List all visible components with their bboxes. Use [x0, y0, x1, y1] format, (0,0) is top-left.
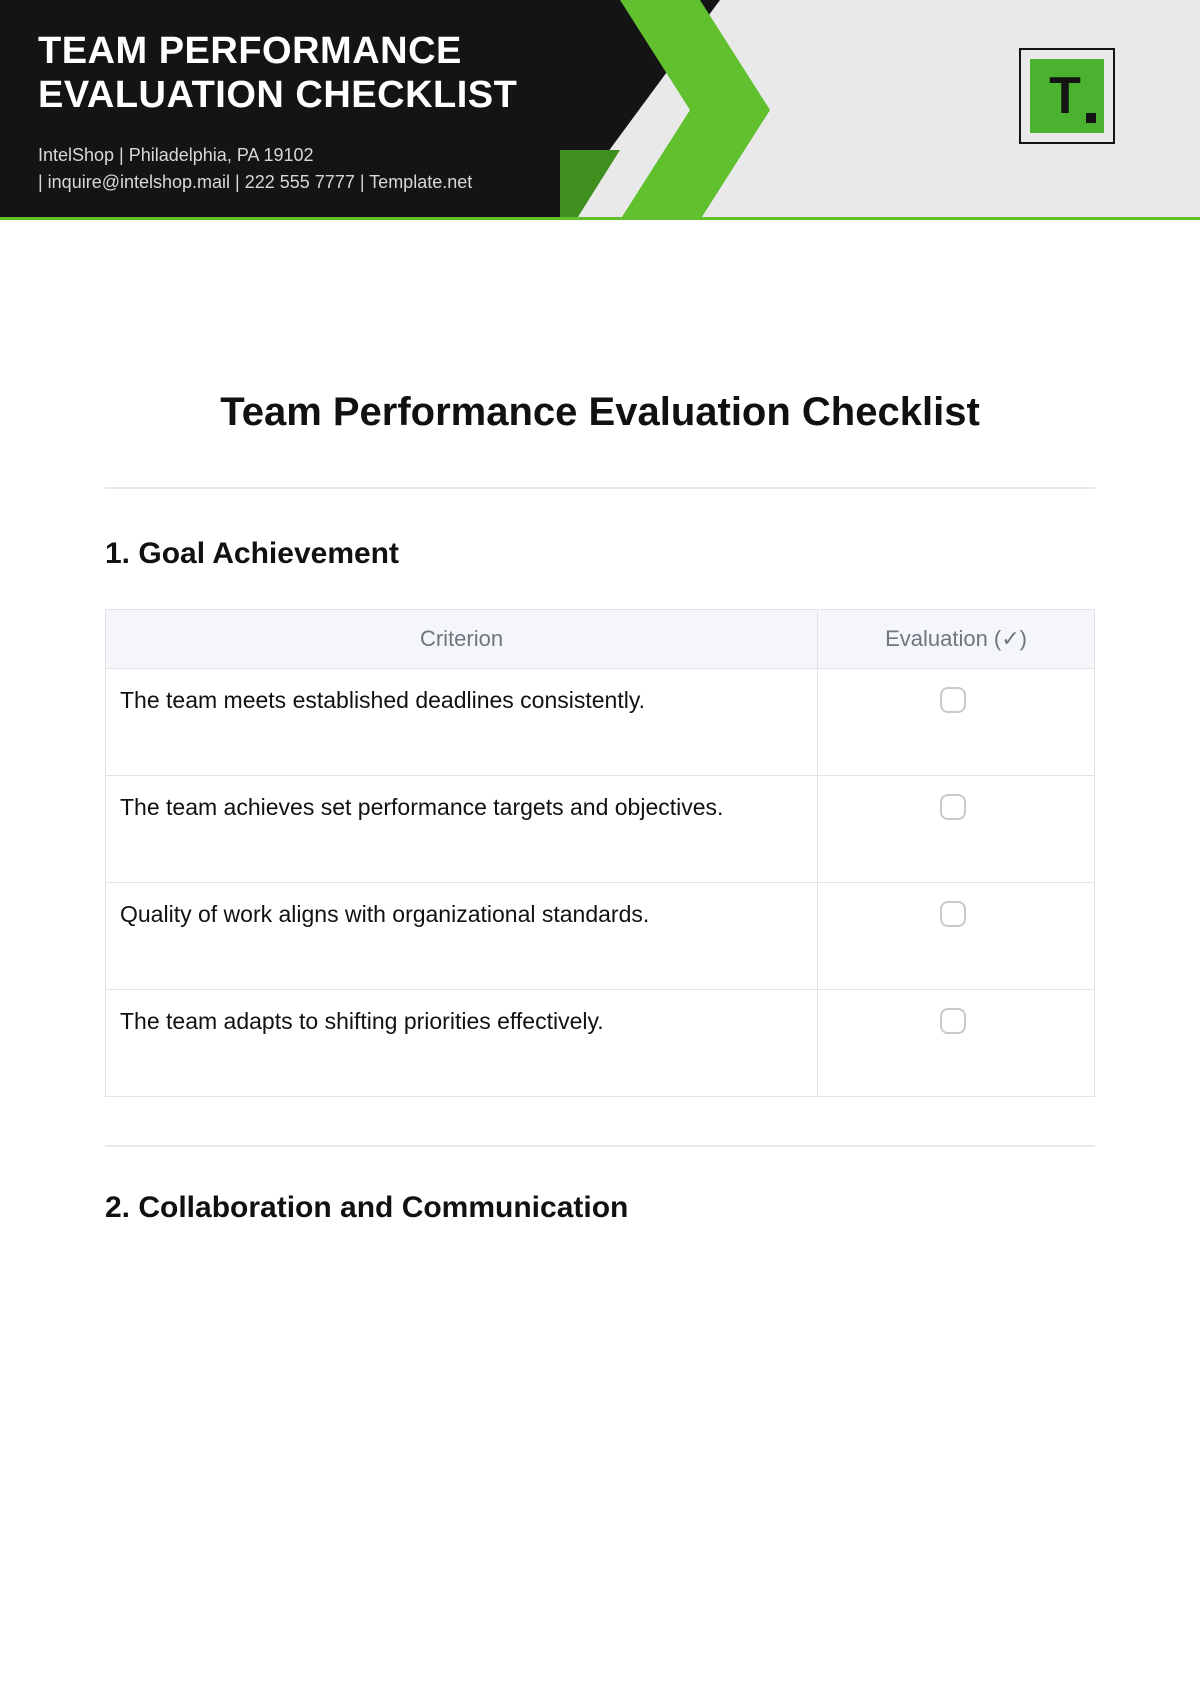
header-meta: IntelShop | Philadelphia, PA 19102 | inq… — [38, 142, 472, 196]
evaluation-cell — [818, 883, 1095, 990]
checkbox[interactable] — [940, 901, 966, 927]
evaluation-cell — [818, 776, 1095, 883]
brand-logo-letter: T — [1049, 70, 1081, 122]
brand-logo-inner: T — [1030, 59, 1104, 133]
column-header-evaluation: Evaluation (✓) — [818, 610, 1095, 669]
section-1-heading: 1. Goal Achievement — [105, 537, 1095, 571]
checkbox[interactable] — [940, 794, 966, 820]
column-header-criterion: Criterion — [106, 610, 818, 669]
criterion-cell: The team achieves set performance target… — [106, 776, 818, 883]
checkbox[interactable] — [940, 687, 966, 713]
table-row: The team achieves set performance target… — [106, 776, 1095, 883]
brand-logo-dot-icon — [1086, 113, 1096, 123]
section-2-heading: 2. Collaboration and Communication — [105, 1191, 1095, 1225]
evaluation-cell — [818, 669, 1095, 776]
criterion-cell: Quality of work aligns with organization… — [106, 883, 818, 990]
table-row: The team adapts to shifting priorities e… — [106, 990, 1095, 1097]
criterion-cell: The team meets established deadlines con… — [106, 669, 818, 776]
brand-logo: T — [1019, 48, 1115, 144]
checkbox[interactable] — [940, 1008, 966, 1034]
document-header: TEAM PERFORMANCE EVALUATION CHECKLIST In… — [0, 0, 1200, 220]
divider — [105, 1145, 1095, 1147]
evaluation-cell — [818, 990, 1095, 1097]
table-row: Quality of work aligns with organization… — [106, 883, 1095, 990]
criteria-table: Criterion Evaluation (✓) The team meets … — [105, 609, 1095, 1097]
header-green-chevron — [560, 0, 760, 217]
table-row: The team meets established deadlines con… — [106, 669, 1095, 776]
page-body: Team Performance Evaluation Checklist 1.… — [0, 220, 1200, 1225]
divider — [105, 487, 1095, 489]
page-title: Team Performance Evaluation Checklist — [105, 390, 1095, 435]
header-title: TEAM PERFORMANCE EVALUATION CHECKLIST — [38, 30, 517, 117]
criterion-cell: The team adapts to shifting priorities e… — [106, 990, 818, 1097]
header-title-line2: EVALUATION CHECKLIST — [38, 74, 517, 116]
header-meta-line2: | inquire@intelshop.mail | 222 555 7777 … — [38, 169, 472, 196]
header-title-line1: TEAM PERFORMANCE — [38, 30, 462, 72]
header-meta-line1: IntelShop | Philadelphia, PA 19102 — [38, 142, 472, 169]
